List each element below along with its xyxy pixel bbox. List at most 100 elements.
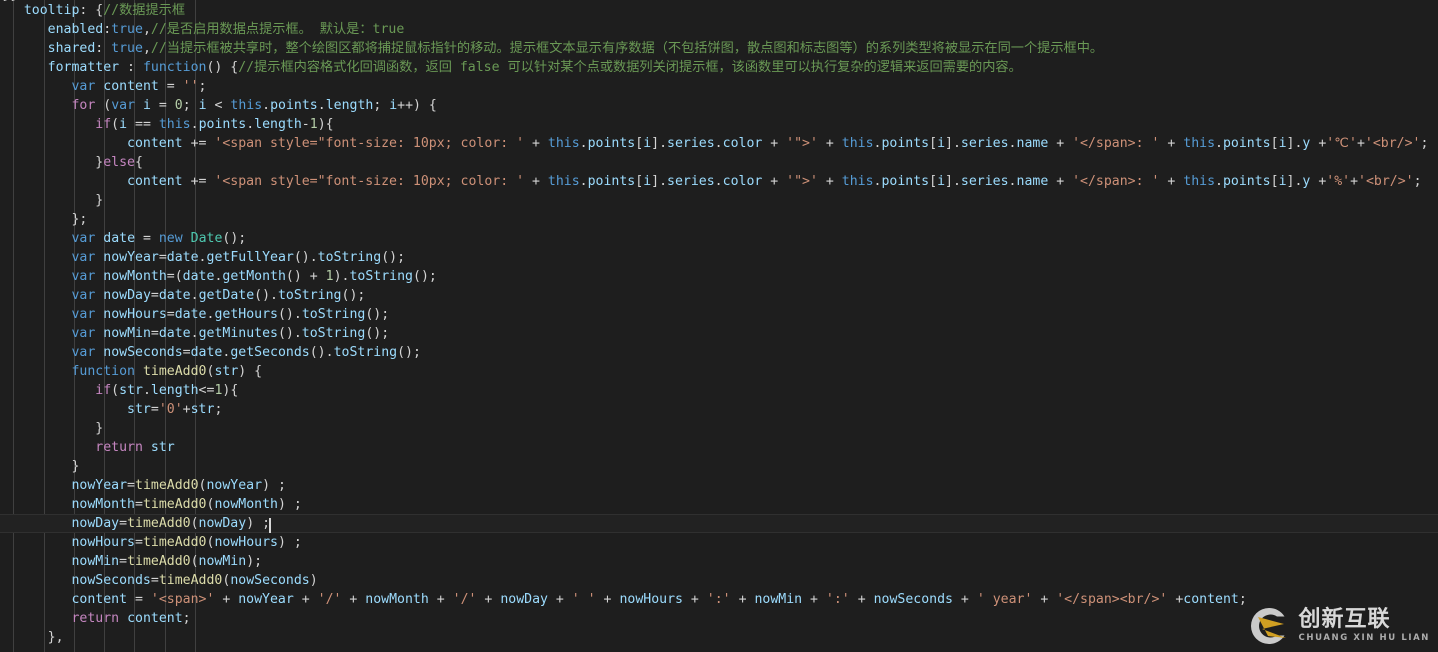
code-token-this: this xyxy=(842,136,874,151)
code-line[interactable]: var date = new Date(); xyxy=(0,229,1438,248)
code-token-punct: . xyxy=(1009,136,1017,151)
code-token-punct: } xyxy=(95,193,103,208)
code-token-punct: . xyxy=(143,383,151,398)
code-indent xyxy=(0,611,71,626)
code-token-punct: [ xyxy=(1271,174,1279,189)
code-token-ctrl: else xyxy=(103,155,135,170)
code-indent xyxy=(0,250,71,265)
code-token-key: new xyxy=(159,231,183,246)
code-line[interactable]: var nowHours=date.getHours().toString(); xyxy=(0,305,1438,324)
code-token-ident: toString xyxy=(334,345,398,360)
code-token-str: '/' xyxy=(453,592,477,607)
code-line[interactable]: tooltip: {//数据提示框 xyxy=(0,1,1438,20)
code-line[interactable]: nowMin=timeAdd0(nowMin); xyxy=(0,552,1438,571)
code-token-fn: timeAdd0 xyxy=(127,554,191,569)
code-line[interactable]: nowDay=timeAdd0(nowDay) ; xyxy=(0,514,1438,533)
code-token-punct: + xyxy=(548,592,572,607)
code-token-punct: ; xyxy=(183,611,191,626)
code-line[interactable]: nowHours=timeAdd0(nowHours) ; xyxy=(0,533,1438,552)
code-indent xyxy=(0,383,95,398)
code-token-num: 0 xyxy=(175,98,183,113)
code-token-ident: series xyxy=(961,174,1009,189)
code-token-this: this xyxy=(548,136,580,151)
code-line[interactable]: content += '<span style="font-size: 10px… xyxy=(0,134,1438,153)
code-line[interactable]: } xyxy=(0,419,1438,438)
code-token-key: var xyxy=(71,288,95,303)
code-token-ident: content xyxy=(103,79,159,94)
code-token-fn: timeAdd0 xyxy=(143,364,207,379)
code-token-ident: nowSeconds xyxy=(874,592,953,607)
code-token-ident: i xyxy=(143,98,151,113)
code-line[interactable]: content += '<span style="font-size: 10px… xyxy=(0,172,1438,191)
code-line[interactable]: nowSeconds=timeAdd0(nowSeconds) xyxy=(0,571,1438,590)
code-line[interactable]: }, xyxy=(0,628,1438,647)
code-indent xyxy=(0,497,71,512)
code-line[interactable]: var nowYear=date.getFullYear().toString(… xyxy=(0,248,1438,267)
code-line[interactable]: if(str.length<=1){ xyxy=(0,381,1438,400)
code-token-punct: + xyxy=(524,136,548,151)
code-token-punct: ; xyxy=(199,79,207,94)
code-line[interactable]: enabled:true,//是否启用数据点提示框。 默认是：true xyxy=(0,20,1438,39)
code-token-punct: += xyxy=(183,136,215,151)
code-token-ident: str xyxy=(151,440,175,455)
code-line[interactable]: return content; xyxy=(0,609,1438,628)
code-token-punct: =( xyxy=(167,269,183,284)
code-token-punct: ; xyxy=(214,402,222,417)
code-token-ident: points xyxy=(881,136,929,151)
code-token-punct: ( xyxy=(95,98,111,113)
code-token-ident: str xyxy=(119,383,143,398)
code-token-punct: ). xyxy=(334,269,350,284)
code-indent xyxy=(0,174,127,189)
code-token-punct: . xyxy=(191,326,199,341)
code-token-punct: . xyxy=(191,117,199,132)
code-line[interactable]: formatter : function() {//提示框内容格式化回调函数，返… xyxy=(0,58,1438,77)
code-line[interactable]: for (var i = 0; i < this.points.length; … xyxy=(0,96,1438,115)
code-line[interactable]: var content = ''; xyxy=(0,77,1438,96)
code-line[interactable]: var nowMin=date.getMinutes().toString(); xyxy=(0,324,1438,343)
code-token-key: var xyxy=(71,250,95,265)
code-token-str: '%' xyxy=(1326,174,1350,189)
code-token-punct: + xyxy=(1048,174,1072,189)
code-token-str: '0' xyxy=(159,402,183,417)
code-token-ident: i xyxy=(199,98,207,113)
code-token-punct: = xyxy=(151,402,159,417)
code-token-cmt: //提示框内容格式化回调函数，返回 false 可以针对某个点或数据列关闭提示框… xyxy=(238,60,1022,75)
code-line[interactable]: }else{ xyxy=(0,153,1438,172)
code-line[interactable]: shared: true,//当提示框被共享时，整个绘图区都将捕捉鼠标指针的移动… xyxy=(0,39,1438,58)
code-line[interactable]: }; xyxy=(0,210,1438,229)
code-line[interactable]: nowMonth=timeAdd0(nowMonth) ; xyxy=(0,495,1438,514)
code-line[interactable]: str='0'+str; xyxy=(0,400,1438,419)
code-indent xyxy=(0,60,48,75)
code-token-ident: color xyxy=(723,136,763,151)
code-token-punct: ]. xyxy=(1287,136,1303,151)
code-token-punct: ); xyxy=(246,554,262,569)
code-token-ident: points xyxy=(1223,136,1271,151)
code-line[interactable]: var nowDay=date.getDate().toString(); xyxy=(0,286,1438,305)
code-line[interactable]: } xyxy=(0,457,1438,476)
code-token-ident: date xyxy=(191,345,223,360)
code-token-ident: series xyxy=(667,136,715,151)
code-token-punct: ]. xyxy=(651,136,667,151)
code-line[interactable]: content = '<span>' + nowYear + '/' + now… xyxy=(0,590,1438,609)
code-line[interactable]: var nowMonth=(date.getMonth() + 1).toStr… xyxy=(0,267,1438,286)
code-token-punct: } xyxy=(95,421,103,436)
code-token-punct: <= xyxy=(199,383,215,398)
code-token-cmt: //是否启用数据点提示框。 默认是：true xyxy=(151,22,404,37)
code-line[interactable]: nowYear=timeAdd0(nowYear) ; xyxy=(0,476,1438,495)
code-token-punct: = xyxy=(135,497,143,512)
code-token-ident: nowMin xyxy=(754,592,802,607)
code-indent xyxy=(0,98,71,113)
code-line[interactable]: } xyxy=(0,191,1438,210)
code-token-punct: ) { xyxy=(238,364,262,379)
code-token-punct: ( xyxy=(191,554,199,569)
code-token-punct: ) ; xyxy=(278,535,302,550)
text-cursor xyxy=(269,518,271,533)
code-token-cmt: //当提示框被共享时，整个绘图区都将捕捉鼠标指针的移动。提示框文本显示有序数据（… xyxy=(151,41,1103,56)
code-line[interactable]: var nowSeconds=date.getSeconds().toStrin… xyxy=(0,343,1438,362)
code-line[interactable]: return str xyxy=(0,438,1438,457)
code-token-key: var xyxy=(71,269,95,284)
code-content[interactable]: }}, tooltip: {//数据提示框 enabled:true,//是否启… xyxy=(0,0,1438,647)
code-line[interactable]: if(i == this.points.length-1){ xyxy=(0,115,1438,134)
code-editor[interactable]: }}, tooltip: {//数据提示框 enabled:true,//是否启… xyxy=(0,0,1438,652)
code-line[interactable]: function timeAdd0(str) { xyxy=(0,362,1438,381)
